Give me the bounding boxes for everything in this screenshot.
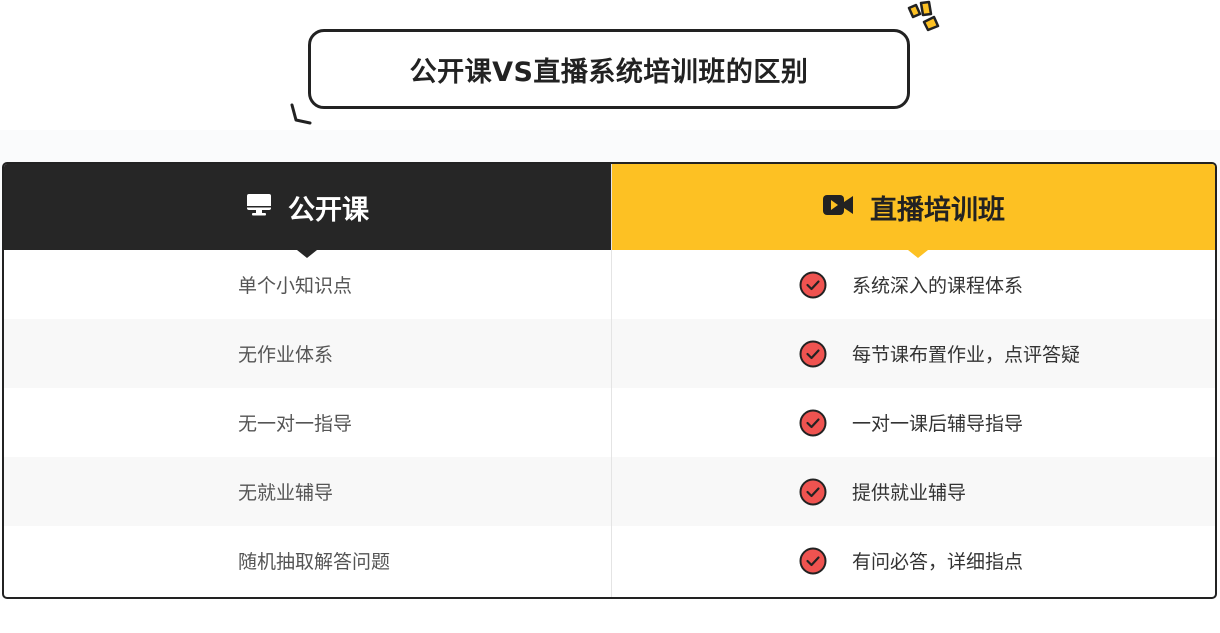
check-circle-icon bbox=[799, 340, 827, 368]
list-item-text: 有问必答，详细指点 bbox=[852, 551, 1024, 573]
list-item-text: 系统深入的课程体系 bbox=[852, 275, 1024, 297]
monitor-icon bbox=[246, 193, 272, 221]
sparkle-decoration-icon bbox=[904, 0, 944, 44]
list-item-text: 提供就业辅导 bbox=[852, 482, 967, 504]
public-course-header: 公开课 bbox=[4, 164, 611, 250]
list-item: 一对一课后辅导指导 bbox=[612, 388, 1215, 457]
video-camera-icon bbox=[822, 193, 854, 221]
list-item-text: 每节课布置作业，点评答疑 bbox=[852, 344, 1081, 366]
list-item-text: 一对一课后辅导指导 bbox=[852, 413, 1024, 435]
corner-decoration-icon bbox=[288, 103, 316, 133]
live-class-column: 直播培训班 系统深入的课程体系 每节课布置作业，点评答疑 一对一课后辅导指导 提… bbox=[611, 164, 1215, 597]
public-course-column: 公开课 单个小知识点 无作业体系 无一对一指导 无就业辅导 随机抽取解答问题 bbox=[4, 164, 611, 597]
check-circle-icon bbox=[799, 547, 827, 575]
list-item: 提供就业辅导 bbox=[612, 457, 1215, 526]
list-item-text: 无作业体系 bbox=[238, 344, 334, 366]
public-course-title: 公开课 bbox=[288, 194, 369, 226]
title-banner: 公开课VS直播系统培训班的区别 bbox=[308, 29, 910, 109]
live-class-title: 直播培训班 bbox=[870, 194, 1005, 226]
page-title: 公开课VS直播系统培训班的区别 bbox=[409, 56, 809, 88]
list-item: 每节课布置作业，点评答疑 bbox=[612, 319, 1215, 388]
list-item: 系统深入的课程体系 bbox=[612, 250, 1215, 319]
check-circle-icon bbox=[799, 271, 827, 299]
list-item-text: 随机抽取解答问题 bbox=[238, 551, 391, 573]
list-item: 单个小知识点 bbox=[4, 250, 611, 319]
list-item: 有问必答，详细指点 bbox=[612, 526, 1215, 595]
list-item-text: 无一对一指导 bbox=[238, 413, 353, 435]
comparison-table: 公开课 单个小知识点 无作业体系 无一对一指导 无就业辅导 随机抽取解答问题 直… bbox=[2, 162, 1217, 599]
list-item: 无就业辅导 bbox=[4, 457, 611, 526]
live-class-header: 直播培训班 bbox=[612, 164, 1215, 250]
check-circle-icon bbox=[799, 409, 827, 437]
check-circle-icon bbox=[799, 478, 827, 506]
list-item-text: 无就业辅导 bbox=[238, 482, 334, 504]
list-item: 无作业体系 bbox=[4, 319, 611, 388]
list-item: 随机抽取解答问题 bbox=[4, 526, 611, 595]
list-item-text: 单个小知识点 bbox=[238, 275, 353, 297]
list-item: 无一对一指导 bbox=[4, 388, 611, 457]
